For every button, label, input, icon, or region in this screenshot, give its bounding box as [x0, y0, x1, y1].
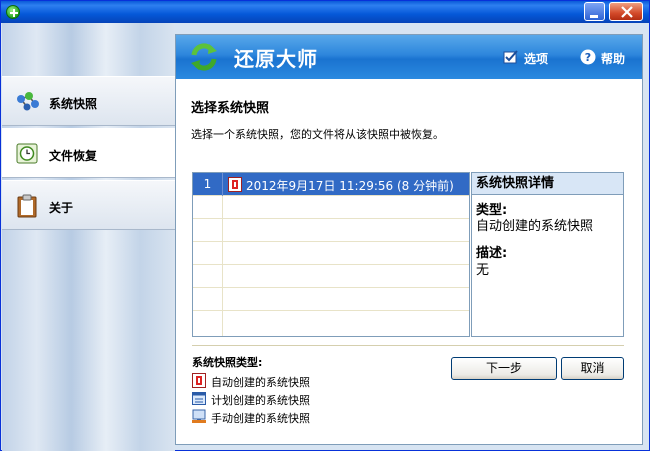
- sidebar-item-about[interactable]: 关于: [2, 180, 175, 230]
- options-button[interactable]: 选项: [503, 49, 553, 67]
- help-button[interactable]: ? 帮助: [580, 49, 632, 67]
- snapshot-list[interactable]: 1 2012年9月17日 11:29:56 (8 分钟前): [192, 172, 470, 337]
- molecule-icon: [16, 90, 39, 112]
- divider: [192, 345, 624, 346]
- type-value: 自动创建的系统快照: [476, 219, 594, 234]
- details-header: 系统快照详情: [472, 173, 623, 195]
- options-label: 选项: [524, 52, 549, 66]
- row-number: 1: [193, 173, 223, 196]
- description-value: 无: [476, 263, 490, 278]
- snapshot-details-panel: 系统快照详情 类型: 自动创建的系统快照 描述: 无: [471, 172, 624, 337]
- cancel-button[interactable]: 取消: [561, 357, 624, 380]
- manual-snapshot-icon: [192, 409, 206, 424]
- auto-snapshot-icon: [228, 177, 242, 192]
- next-button[interactable]: 下一步: [451, 357, 557, 380]
- close-button[interactable]: [609, 2, 643, 21]
- sidebar-item-label: 文件恢复: [49, 149, 98, 163]
- auto-snapshot-icon: [192, 373, 206, 388]
- sidebar-item-system-snapshot[interactable]: 系统快照: [2, 76, 175, 126]
- restore-logo-icon: [187, 40, 221, 74]
- sidebar: 系统快照 文件恢复 关于: [2, 23, 176, 451]
- sidebar-item-label: 系统快照: [49, 97, 98, 111]
- empty-row: [193, 242, 469, 265]
- main-panel: 还原大师 选项 ? 帮助 选择系统快照 选择一个系统快照，您的文件将从该快照中被…: [175, 34, 643, 445]
- help-label: 帮助: [601, 52, 626, 66]
- empty-row: [193, 219, 469, 242]
- app-title: 还原大师: [234, 47, 318, 71]
- sidebar-item-label: 关于: [49, 201, 74, 215]
- svg-text:?: ?: [585, 51, 591, 64]
- clock-icon: [16, 142, 38, 164]
- page-description: 选择一个系统快照，您的文件将从该快照中被恢复。: [191, 128, 444, 141]
- empty-row: [193, 311, 469, 336]
- legend-title: 系统快照类型:: [192, 356, 263, 369]
- app-window: 系统快照 文件恢复 关于 还原大师 选项 ? 帮助 选择系统快照 选择一个系统快…: [0, 0, 650, 451]
- empty-row: [193, 265, 469, 288]
- clipboard-icon: [16, 194, 38, 218]
- checkbox-icon: [503, 49, 519, 65]
- empty-row: [193, 288, 469, 311]
- title-bar[interactable]: [1, 1, 649, 23]
- snapshot-label: 2012年9月17日 11:29:56 (8 分钟前): [246, 179, 454, 193]
- page-title: 选择系统快照: [191, 101, 270, 116]
- header-bar: 还原大师 选项 ? 帮助: [176, 35, 642, 79]
- sidebar-item-file-recovery[interactable]: 文件恢复: [2, 128, 176, 178]
- app-icon[interactable]: [6, 5, 20, 19]
- minimize-button[interactable]: [584, 2, 605, 21]
- snapshot-row[interactable]: 1 2012年9月17日 11:29:56 (8 分钟前): [193, 173, 469, 196]
- empty-row: [193, 196, 469, 219]
- help-icon: ?: [580, 49, 596, 65]
- scheduled-snapshot-icon: [192, 391, 206, 406]
